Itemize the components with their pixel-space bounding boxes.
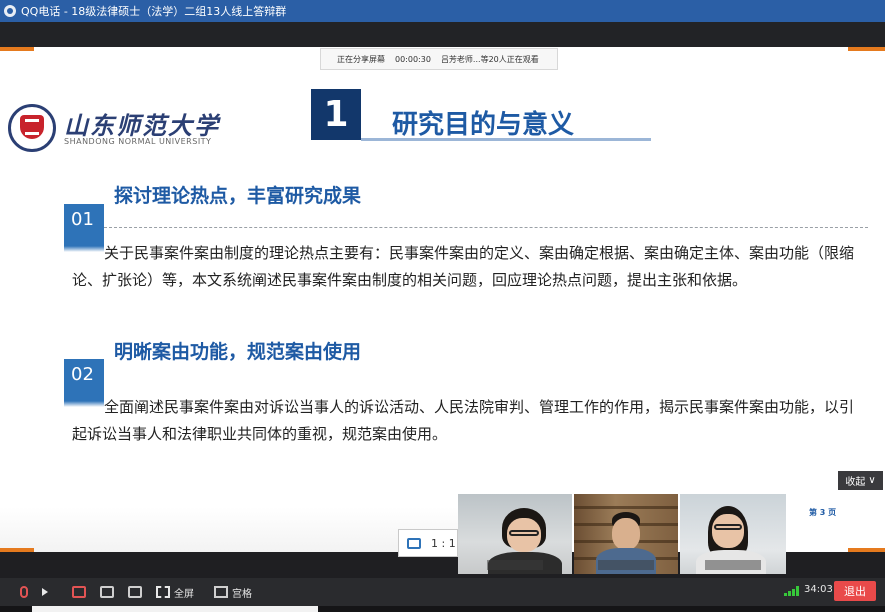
fullscreen-icon xyxy=(156,586,170,598)
screen-icon xyxy=(407,537,421,549)
collapse-label: 收起 xyxy=(845,477,866,488)
university-name-en: SHANDONG NORMAL UNIVERSITY xyxy=(64,137,212,146)
collapse-button[interactable]: 收起 ∨ xyxy=(838,471,883,490)
participant-name-label xyxy=(705,560,761,570)
section-1-divider xyxy=(104,227,868,228)
chat-icon xyxy=(128,586,142,598)
camera-off-icon xyxy=(72,586,86,598)
qq-logo-icon xyxy=(4,5,16,17)
mute-mic-button[interactable] xyxy=(14,586,28,598)
participant-name-label xyxy=(487,560,543,570)
corner-accent xyxy=(848,47,885,51)
section-2-text: 全面阐述民事案件案由对诉讼当事人的诉讼活动、人民法院审判、管理工作的作用，揭示民… xyxy=(72,398,855,443)
corner-accent xyxy=(848,548,885,552)
share-screen-icon xyxy=(100,586,114,598)
qq-call-window: QQ电话 - 18级法律硕士（法学）二组13人线上答辩群 山东师范大学 SHAN… xyxy=(0,0,885,612)
shared-screen-slide: 山东师范大学 SHANDONG NORMAL UNIVERSITY 1 研究目的… xyxy=(0,47,885,552)
title-bar: QQ电话 - 18级法律硕士（法学）二组13人线上答辩群 xyxy=(0,0,885,22)
slide-background-decoration xyxy=(0,507,460,552)
grid-label: 宫格 xyxy=(232,588,252,600)
section-2-title: 明晰案由功能，规范案由使用 xyxy=(114,341,362,363)
top-bar xyxy=(0,22,885,47)
corner-accent xyxy=(0,548,34,552)
exit-call-button[interactable]: 退出 xyxy=(834,581,876,601)
speaker-icon xyxy=(42,588,48,596)
fullscreen-label: 全屏 xyxy=(174,588,194,600)
call-timer: 34:03 xyxy=(804,584,833,595)
ratio-toggle-button[interactable]: 1 : 1 xyxy=(398,529,458,557)
share-duration: 00:00:30 xyxy=(395,54,431,64)
grid-icon xyxy=(214,586,228,598)
share-status: 正在分享屏幕 xyxy=(337,54,385,64)
mic-muted-icon xyxy=(20,586,28,598)
university-name-cn: 山东师范大学 xyxy=(64,111,220,140)
video-tile-participant-1[interactable] xyxy=(458,494,572,574)
section-1-title: 探讨理论热点，丰富研究成果 xyxy=(114,185,362,207)
ratio-label: 1 : 1 xyxy=(431,536,456,550)
camera-button[interactable] xyxy=(72,586,86,598)
university-seal-icon xyxy=(8,104,56,152)
participant-face xyxy=(612,518,640,550)
slide-heading: 研究目的与意义 xyxy=(392,110,575,140)
share-screen-button[interactable] xyxy=(100,586,114,598)
video-tile-participant-3[interactable] xyxy=(680,494,786,574)
fullscreen-button[interactable]: 全屏 xyxy=(156,585,194,600)
bottom-strip xyxy=(0,606,885,612)
speaker-button[interactable] xyxy=(42,588,48,596)
slide-page-number: 第 3 页 xyxy=(809,508,837,517)
signal-strength-icon xyxy=(784,586,800,596)
heading-underline xyxy=(361,138,651,141)
double-chevron-down-icon: ∨ xyxy=(868,475,876,486)
video-tile-participant-2[interactable] xyxy=(574,494,678,574)
section-1-text: 关于民事案件案由制度的理论热点主要有：民事案件案由的定义、案由确定根据、案由确定… xyxy=(72,244,855,289)
share-viewers: 吕芳老师...等20人正在观看 xyxy=(440,54,539,64)
chat-button[interactable] xyxy=(128,586,142,598)
call-toolbar: 全屏 宫格 xyxy=(0,578,885,606)
window-title: QQ电话 - 18级法律硕士（法学）二组13人线上答辩群 xyxy=(21,5,287,18)
corner-accent xyxy=(0,47,34,51)
section-number-box: 1 xyxy=(311,89,361,140)
participant-face xyxy=(712,514,744,548)
grid-view-button[interactable]: 宫格 xyxy=(214,585,252,600)
taskbar-highlight xyxy=(32,606,318,612)
participant-name-label xyxy=(598,560,654,570)
screen-share-status-bar: 正在分享屏幕 00:00:30 吕芳老师...等20人正在观看 xyxy=(320,48,558,70)
